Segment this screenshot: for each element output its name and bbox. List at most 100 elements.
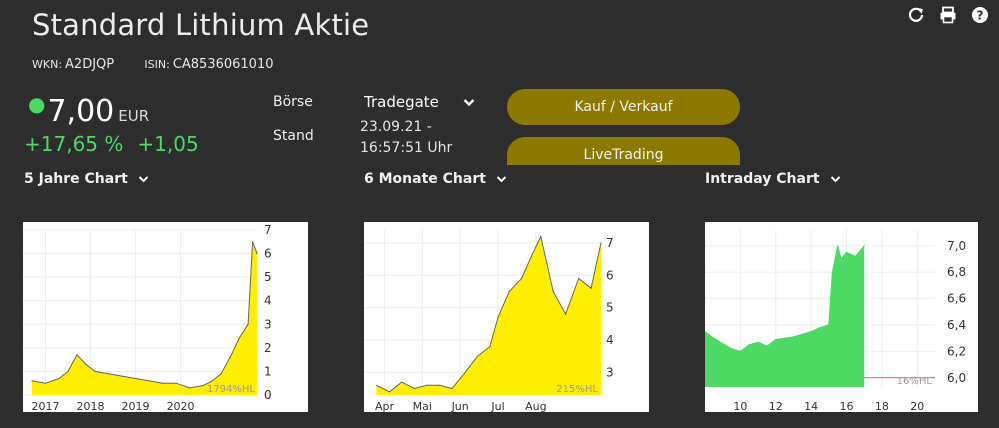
chart-5y-selector[interactable]: 5 Jahre Chart [24, 171, 149, 187]
security-identifiers: WKN: A2DJQP ISIN: CA8536061010 [32, 57, 274, 72]
y-tick-label: 6 [264, 247, 272, 261]
chart-watermark: 16%HL [897, 376, 933, 387]
data-point [565, 313, 567, 315]
data-point [730, 348, 733, 350]
data-point [413, 387, 415, 390]
print-icon[interactable] [939, 6, 957, 24]
data-point [476, 355, 479, 357]
wkn-value: A2DJQP [65, 57, 115, 72]
y-tick-label: 3 [264, 317, 272, 331]
change-absolute: +1,05 [137, 132, 199, 156]
data-point [388, 391, 391, 393]
exchange-value: Tradegate [364, 93, 439, 111]
x-tick-label: 16 [840, 400, 854, 412]
data-point [520, 277, 523, 280]
data-point [238, 337, 240, 340]
chart-6m[interactable]: 3 4 5 6 7 Apr Mai Jun Jul Aug 215%HL [364, 222, 649, 412]
chart-intraday-title: Intraday Chart [705, 171, 820, 187]
x-tick-label: Jun [451, 400, 469, 412]
price-value: 7,00 [47, 94, 115, 129]
data-point [188, 387, 191, 389]
chart-watermark: 1794%HL [207, 384, 255, 395]
data-point [748, 344, 750, 346]
data-point [840, 258, 842, 260]
chart-intraday-selector[interactable]: Intraday Chart [705, 171, 841, 187]
data-point [247, 323, 249, 325]
chevron-down-icon [138, 171, 149, 187]
data-point [229, 356, 231, 358]
data-point [211, 380, 213, 382]
isin-value: CA8536061010 [172, 57, 274, 72]
series-line [31, 241, 258, 389]
data-point [801, 333, 803, 335]
x-tick-label: 10 [733, 400, 747, 412]
data-point [121, 375, 123, 377]
chart-intraday-svg: 6,0 6,2 6,4 6,6 6,8 7,0 10 12 14 16 18 20 16%HL [705, 230, 966, 412]
x-tick-label: 2020 [167, 400, 195, 412]
x-tick-label: Jul [490, 400, 504, 412]
buy-sell-button[interactable]: Kauf / Verkauf [507, 89, 740, 125]
data-point [552, 290, 554, 293]
livetrading-label: LiveTrading [583, 147, 664, 163]
data-point [713, 337, 715, 339]
data-point [854, 255, 856, 257]
data-point [161, 382, 164, 384]
data-point [439, 384, 441, 386]
data-point [67, 370, 69, 373]
x-tick-label: 2017 [32, 400, 60, 412]
data-point [590, 287, 592, 289]
y-tick-label: 6,2 [947, 344, 966, 358]
data-point [831, 271, 833, 273]
area-fill [376, 236, 601, 395]
data-point [175, 382, 177, 384]
data-point [578, 277, 580, 280]
area-fill [705, 245, 865, 387]
page-title: Standard Lithium Aktie [32, 8, 370, 42]
x-tick-label: 18 [875, 400, 889, 412]
data-point [107, 373, 110, 375]
chart-6m-title: 6 Monate Chart [364, 171, 486, 187]
exchange-select[interactable]: Tradegate [364, 93, 475, 111]
data-point [76, 354, 78, 356]
data-point [766, 345, 768, 347]
chevron-down-icon [463, 93, 475, 111]
svg-text:?: ? [977, 8, 984, 22]
livetrading-button[interactable]: LiveTrading [507, 137, 740, 165]
data-point [202, 384, 204, 387]
data-point [85, 363, 87, 365]
data-point [489, 345, 491, 348]
y-tick-label: 2 [264, 341, 272, 355]
data-point [148, 380, 150, 382]
x-tick-label: 20 [910, 400, 924, 412]
x-tick-label: Aug [525, 400, 546, 412]
data-point [451, 387, 453, 390]
data-point [739, 350, 741, 352]
y-tick-label: 5 [264, 270, 272, 284]
data-point [94, 370, 96, 373]
toolbar-icons: ? [907, 6, 989, 24]
chart-5y[interactable]: 0 1 2 3 4 5 6 7 2017 2018 2019 2020 1794%HL [23, 222, 308, 412]
data-point [426, 384, 428, 386]
live-indicator-dot: ● [28, 92, 46, 116]
y-tick-label: 3 [606, 365, 614, 379]
price-change: +17,65 % +1,05 [24, 132, 199, 156]
y-tick-label: 6,4 [947, 318, 966, 332]
y-tick-label: 6,8 [947, 265, 966, 279]
y-tick-label: 5 [606, 301, 614, 315]
data-point [540, 235, 542, 238]
chart-6m-selector[interactable]: 6 Monate Chart [364, 171, 507, 187]
chart-6m-svg: 3 4 5 6 7 Apr Mai Jun Jul Aug 215%HL [364, 230, 614, 412]
chart-intraday[interactable]: 6,0 6,2 6,4 6,6 6,8 7,0 10 12 14 16 18 20 16%HL [705, 222, 978, 412]
y-tick-label: 6,0 [947, 371, 966, 385]
help-icon[interactable]: ? [971, 6, 989, 24]
data-point [220, 373, 222, 375]
isin-label: ISIN: [144, 58, 170, 71]
price-display: ●7,00 EUR [28, 92, 149, 129]
data-point [508, 290, 510, 293]
currency-label: EUR [118, 107, 150, 125]
x-tick-label: Apr [375, 400, 395, 412]
data-point [256, 252, 258, 255]
chart-5y-svg: 0 1 2 3 4 5 6 7 2017 2018 2019 2020 1794%HL [23, 223, 272, 412]
refresh-icon[interactable] [907, 6, 925, 24]
area-fill [32, 241, 258, 395]
